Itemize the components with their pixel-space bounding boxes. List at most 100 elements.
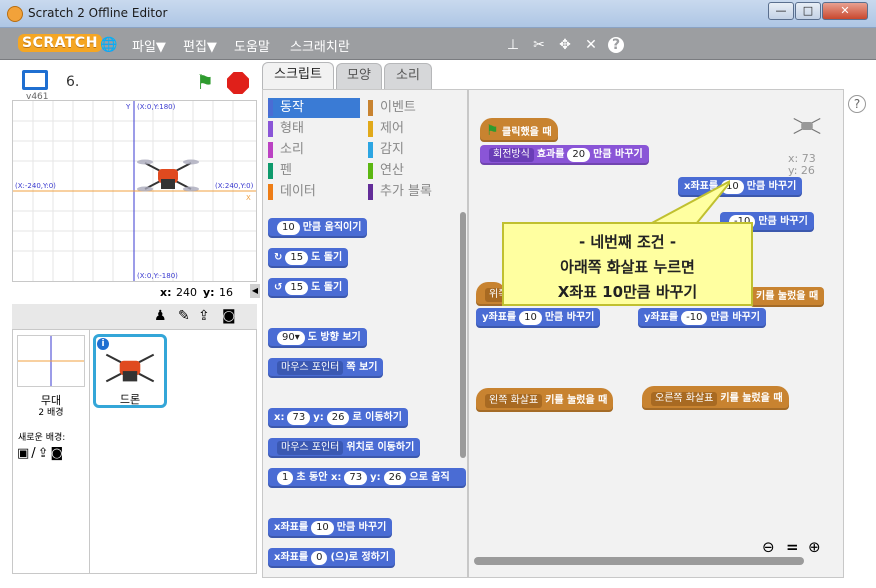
zoom-in-button[interactable]: ⊕ (808, 538, 821, 556)
category-left-4[interactable]: 데이터 (268, 182, 360, 202)
stamp-icon[interactable]: ⊥ (504, 36, 522, 54)
small-stage-toggle[interactable]: ◀ (250, 284, 260, 298)
scratch-cat-icon (7, 6, 23, 22)
category-right-2[interactable]: 감지 (368, 140, 460, 160)
paint-brush-icon[interactable]: ✎ (178, 308, 190, 324)
help-icon[interactable]: ? (608, 37, 624, 53)
window-title: Scratch 2 Offline Editor (28, 6, 168, 20)
scratch-logo[interactable]: SCRATCH (18, 34, 102, 52)
tab-sounds[interactable]: 소리 (384, 63, 432, 89)
stage-thumbnail[interactable] (17, 335, 85, 387)
bottom-coord-label: (X:0,Y:-180) (137, 272, 178, 280)
callout-line-3: X좌표 10만큼 바꾸기 (557, 283, 698, 301)
grow-icon[interactable]: ✥ (556, 36, 574, 54)
category-right-0[interactable]: 이벤트 (368, 98, 460, 118)
when-flag-clicked-block[interactable]: ⚑ 클릭했을 때 (480, 118, 558, 142)
sprite-toolbar (12, 304, 257, 330)
block-turn-cw[interactable]: ↻ 15 도 돌기 (268, 248, 349, 268)
category-label: 펜 (280, 163, 292, 178)
cut-icon[interactable]: ✂ (530, 36, 548, 54)
category-swatch (268, 184, 273, 200)
globe-icon[interactable]: 🌐 (100, 36, 118, 54)
change-effect-block[interactable]: 회전방식 효과를 20 만큼 바꾸기 (480, 145, 649, 165)
category-swatch (268, 121, 273, 137)
palette-scrollbar[interactable] (460, 212, 466, 458)
block-change-x[interactable]: x좌표를 10 만큼 바꾸기 (268, 518, 393, 538)
right-arrow-key-block[interactable]: 오른쪽 화살표 키를 눌렀을 때 (642, 386, 789, 410)
upload-icon[interactable]: ⇪ (198, 308, 210, 324)
category-label: 데이터 (280, 184, 316, 199)
maximize-button[interactable]: □ (795, 2, 821, 20)
stop-icon[interactable] (227, 72, 249, 94)
block-goto[interactable]: 마우스 포인터 위치로 이동하기 (268, 438, 421, 458)
category-right-3[interactable]: 연산 (368, 161, 460, 181)
down-key-hat-block[interactable]: 키를 눌렀을 때 (750, 287, 825, 307)
callout-line-2: 아래쪽 화살표 누르면 (560, 258, 695, 276)
tab-scripts[interactable]: 스크립트 (262, 62, 334, 90)
close-button[interactable]: ✕ (822, 2, 868, 20)
drone-sprite[interactable] (135, 153, 201, 199)
camera-icon[interactable]: ◙ (222, 308, 236, 324)
category-swatch (268, 100, 273, 116)
new-backdrop-label: 새로운 배경: (18, 433, 66, 443)
minimize-button[interactable]: — (768, 2, 794, 20)
category-swatch (368, 184, 373, 200)
right-gutter (844, 89, 868, 578)
stage-header (12, 62, 257, 100)
block-goto-xy[interactable]: x: 73 y: 26 로 이동하기 (268, 408, 408, 428)
category-label: 추가 블록 (380, 184, 432, 199)
tab-costumes[interactable]: 모양 (336, 63, 382, 89)
tips-help-icon[interactable]: ? (848, 95, 866, 113)
block-glide[interactable]: 1초 동안 x: 73 y: 26 으로 움직 (268, 468, 466, 488)
y-axis-label: Y (126, 103, 131, 111)
instruction-callout: - 네번째 조건 - 아래쪽 화살표 누르면 X좌표 10만큼 바꾸기 (502, 222, 753, 306)
category-right-1[interactable]: 제어 (368, 119, 460, 139)
category-label: 감지 (380, 142, 404, 157)
category-swatch (268, 142, 273, 158)
menu-help[interactable]: 도움말 (234, 36, 270, 55)
stage-canvas[interactable]: Y (X:0,Y:180) (X:0,Y:-180) (X:-240,Y:0) … (12, 100, 257, 282)
zoom-out-button[interactable]: ⊖ (762, 538, 775, 556)
green-flag-icon: ⚑ (486, 123, 499, 139)
stage-backdrop-count: 2 배경 (38, 408, 64, 418)
sprite-y-readout: y: 26 (788, 164, 815, 177)
left-arrow-key-block[interactable]: 왼쪽 화살표 키를 눌렀을 때 (476, 388, 614, 412)
zoom-reset-button[interactable]: = (786, 538, 799, 556)
category-label: 연산 (380, 163, 404, 178)
category-left-2[interactable]: 소리 (268, 140, 360, 160)
category-left-3[interactable]: 펜 (268, 161, 360, 181)
category-left-1[interactable]: 형태 (268, 119, 360, 139)
right-coord-label: (X:240,Y:0) (215, 182, 254, 190)
menu-file[interactable]: 파일▼ (132, 36, 166, 55)
category-swatch (368, 100, 373, 116)
fullscreen-icon[interactable] (22, 70, 48, 90)
sprite-thumbnail-drone[interactable]: i 드론 (93, 334, 167, 408)
category-right-4[interactable]: 추가 블록 (368, 182, 460, 202)
block-move[interactable]: 10 만큼 움직이기 (268, 218, 368, 238)
block-turn-ccw[interactable]: ↺ 15 도 돌기 (268, 278, 349, 298)
category-label: 이벤트 (380, 100, 416, 115)
menu-about[interactable]: 스크래치란 (290, 36, 350, 55)
mouse-y-label: y: (203, 286, 215, 299)
change-y-neg-block[interactable]: y좌표를 -10 만큼 바꾸기 (638, 308, 766, 328)
backdrop-tools[interactable]: ▣/⇪◙ (17, 446, 65, 461)
category-swatch (368, 142, 373, 158)
category-label: 형태 (280, 121, 304, 136)
category-left-0[interactable]: 동작 (268, 98, 360, 118)
category-swatch (368, 121, 373, 137)
project-name[interactable]: 6. (66, 74, 79, 90)
block-set-x[interactable]: x좌표를 0 (으)로 정하기 (268, 548, 396, 568)
mouse-x-value: 240 (176, 286, 197, 299)
shrink-icon[interactable]: ✕ (582, 36, 600, 54)
block-point-towards[interactable]: 마우스 포인터 쪽 보기 (268, 358, 384, 378)
menu-edit[interactable]: 편집▼ (183, 36, 217, 55)
block-point-direction[interactable]: 90▾ 도 방향 보기 (268, 328, 367, 348)
change-y-block[interactable]: y좌표를 10 만큼 바꾸기 (476, 308, 601, 328)
mouse-x-label: x: (160, 286, 172, 299)
category-list: 동작형태소리펜데이터 이벤트제어감지연산추가 블록 (268, 98, 464, 204)
green-flag-icon[interactable]: ⚑ (196, 72, 214, 92)
scripts-hscrollbar[interactable] (474, 557, 804, 565)
sprite-library-icon[interactable]: ♟ (154, 308, 167, 324)
x-axis-label: X (246, 194, 251, 202)
info-icon[interactable]: i (97, 338, 109, 350)
